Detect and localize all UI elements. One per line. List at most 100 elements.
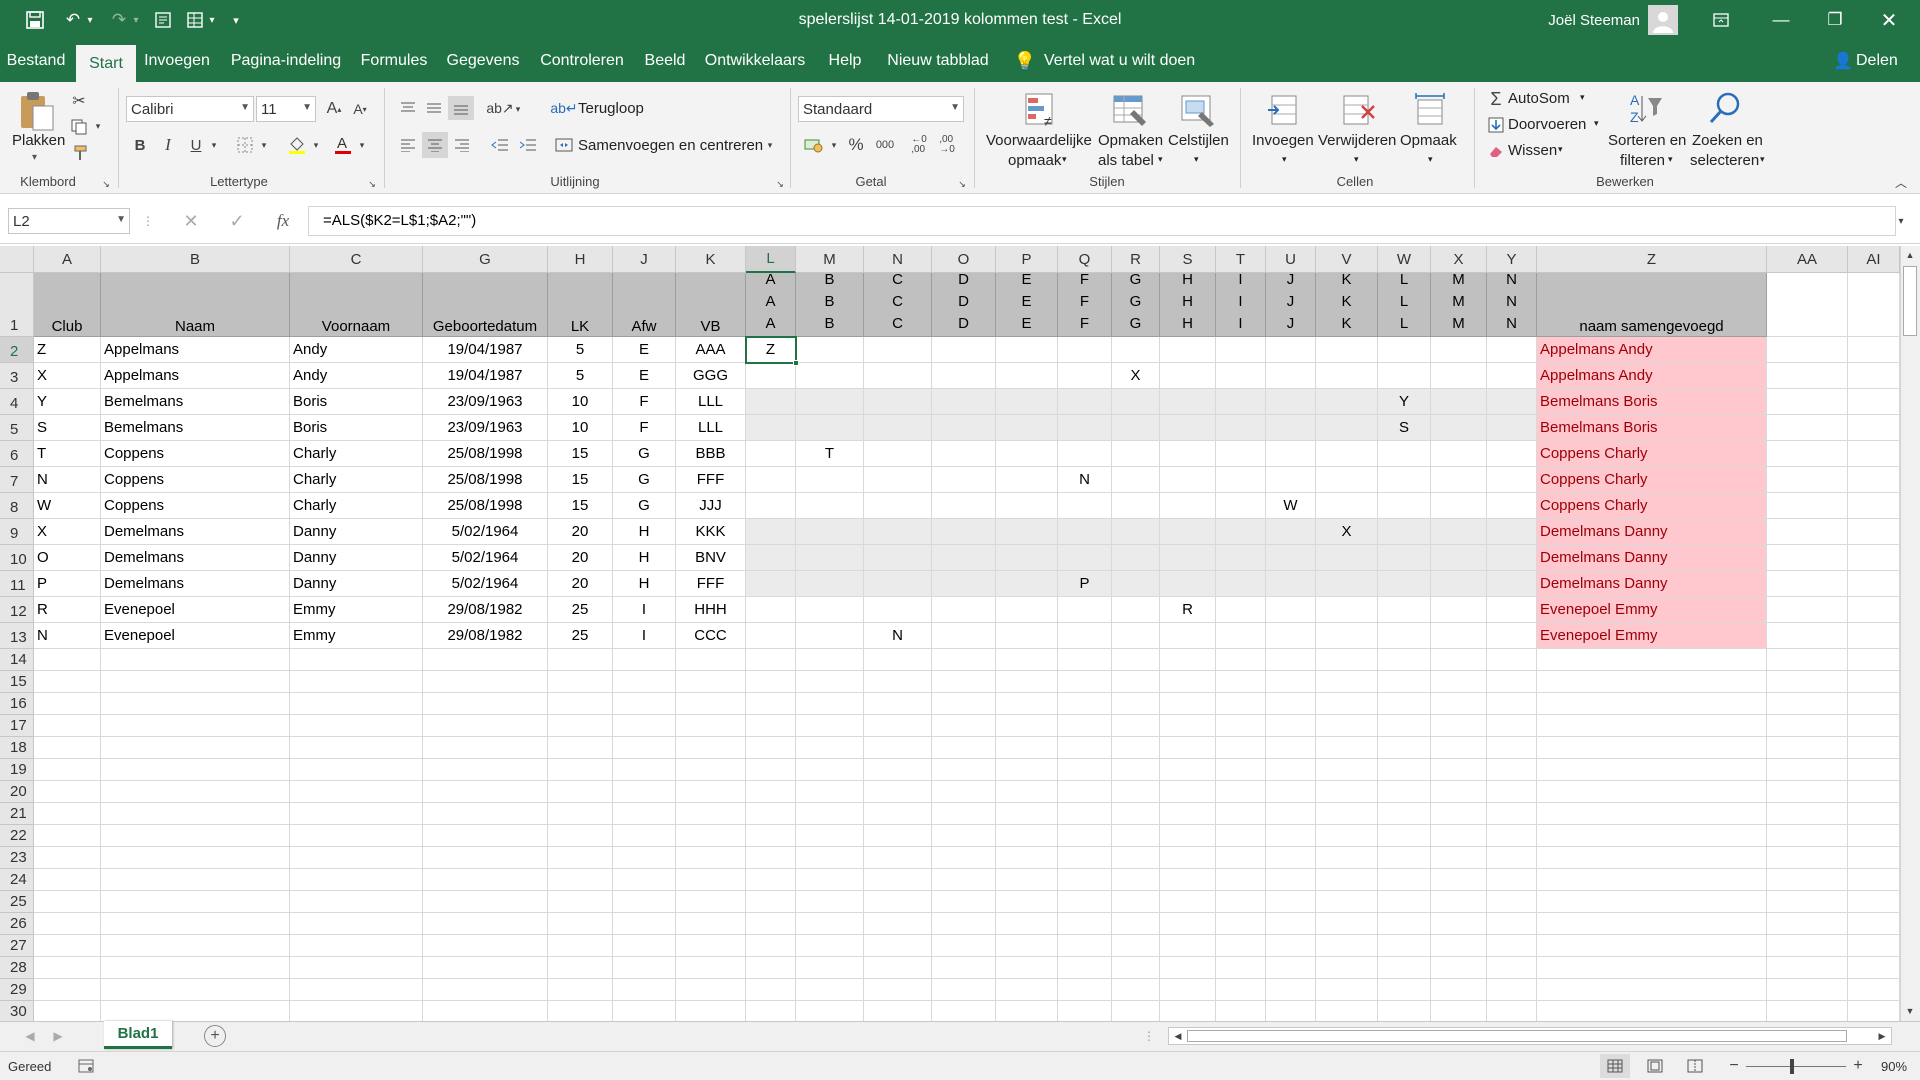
cell-b[interactable]: Appelmans — [101, 337, 290, 363]
cell[interactable] — [1378, 891, 1431, 913]
cell-a[interactable]: S — [34, 415, 101, 441]
cell-j[interactable]: H — [613, 571, 676, 597]
row-header[interactable]: 18 — [0, 737, 34, 759]
tab-help[interactable]: Help — [822, 40, 868, 82]
cell[interactable] — [864, 913, 932, 935]
cell[interactable] — [1537, 957, 1767, 979]
cell[interactable] — [34, 715, 101, 737]
column-header[interactable]: N — [864, 246, 932, 273]
row-header[interactable]: 27 — [0, 935, 34, 957]
cell[interactable] — [548, 957, 613, 979]
cell[interactable] — [932, 671, 996, 693]
cell[interactable] — [548, 649, 613, 671]
cell[interactable] — [1487, 913, 1537, 935]
cell-l[interactable] — [746, 493, 796, 519]
cell[interactable] — [548, 1001, 613, 1021]
cell[interactable] — [423, 671, 548, 693]
cell[interactable] — [34, 781, 101, 803]
cell-g[interactable]: 19/04/1987 — [423, 337, 548, 363]
cell[interactable] — [1058, 979, 1112, 1001]
cell[interactable] — [548, 935, 613, 957]
cell-q[interactable] — [1058, 597, 1112, 623]
ribbon-display-options-icon[interactable] — [1700, 0, 1742, 40]
cell[interactable] — [1767, 869, 1848, 891]
cell[interactable] — [290, 913, 423, 935]
cell[interactable] — [1431, 781, 1487, 803]
cell[interactable] — [1266, 671, 1316, 693]
cell-o[interactable] — [932, 545, 996, 571]
cell[interactable] — [1487, 891, 1537, 913]
cell-g[interactable]: 25/08/1998 — [423, 467, 548, 493]
cell[interactable] — [1767, 913, 1848, 935]
cell[interactable] — [1487, 935, 1537, 957]
cell-z[interactable]: Coppens Charly — [1537, 441, 1767, 467]
cell[interactable] — [996, 935, 1058, 957]
cell[interactable] — [1160, 671, 1216, 693]
cell-p[interactable] — [996, 363, 1058, 389]
cell-ai[interactable] — [1848, 363, 1900, 389]
cell[interactable] — [676, 957, 746, 979]
cell[interactable] — [613, 803, 676, 825]
cell[interactable] — [1058, 759, 1112, 781]
save-icon[interactable] — [22, 8, 48, 32]
header-cell-z[interactable]: naam samengevoegd — [1537, 273, 1767, 337]
cell-q[interactable] — [1058, 389, 1112, 415]
cell[interactable] — [864, 979, 932, 1001]
cell-a[interactable]: R — [34, 597, 101, 623]
row-header[interactable]: 3 — [0, 363, 34, 389]
scroll-up-icon[interactable]: ▲ — [1903, 248, 1917, 262]
cell-g[interactable]: 23/09/1963 — [423, 415, 548, 441]
cell-a[interactable]: Y — [34, 389, 101, 415]
cell-w[interactable] — [1378, 493, 1431, 519]
cell[interactable] — [101, 891, 290, 913]
cell[interactable] — [1058, 715, 1112, 737]
cell-m[interactable] — [796, 389, 864, 415]
cell[interactable] — [746, 913, 796, 935]
cell[interactable] — [1537, 803, 1767, 825]
cell[interactable] — [746, 869, 796, 891]
cell[interactable] — [101, 649, 290, 671]
cell-q[interactable] — [1058, 519, 1112, 545]
row-header[interactable]: 8 — [0, 493, 34, 519]
row-header[interactable]: 30 — [0, 1001, 34, 1021]
tab-controleren[interactable]: Controleren — [536, 40, 628, 82]
cell[interactable] — [1112, 847, 1160, 869]
conditional-formatting-dropdown-icon[interactable]: ▾ — [1062, 154, 1067, 165]
cell[interactable] — [796, 759, 864, 781]
cell-o[interactable] — [932, 337, 996, 363]
formula-input[interactable]: =ALS($K2=L$1;$A2;"") — [308, 206, 1896, 236]
align-right-icon[interactable] — [450, 132, 474, 158]
cell[interactable] — [548, 671, 613, 693]
accounting-icon[interactable] — [800, 132, 828, 158]
header-cell-r[interactable]: GGG — [1112, 273, 1160, 337]
cell[interactable] — [1487, 869, 1537, 891]
cell[interactable] — [1216, 913, 1266, 935]
name-box[interactable]: L2 ▼ — [8, 208, 130, 234]
cell[interactable] — [1431, 671, 1487, 693]
cell[interactable] — [1537, 979, 1767, 1001]
cell[interactable] — [613, 671, 676, 693]
cell-z[interactable]: Demelmans Danny — [1537, 519, 1767, 545]
cell-j[interactable]: G — [613, 441, 676, 467]
cell-r[interactable] — [1112, 415, 1160, 441]
cell-c[interactable]: Danny — [290, 545, 423, 571]
cell[interactable] — [746, 891, 796, 913]
cell-q[interactable] — [1058, 441, 1112, 467]
cell[interactable] — [613, 781, 676, 803]
find-select-icon[interactable] — [1706, 88, 1746, 128]
header-cell-b[interactable]: Naam — [101, 273, 290, 337]
tab-start[interactable]: Start — [76, 45, 136, 82]
select-all-corner[interactable] — [0, 246, 34, 273]
format-as-table-icon[interactable] — [1110, 90, 1150, 130]
cell[interactable] — [996, 715, 1058, 737]
cell[interactable] — [1160, 737, 1216, 759]
tell-me-search[interactable]: Vertel wat u wilt doen — [1044, 40, 1204, 82]
cell[interactable] — [34, 979, 101, 1001]
cell-h[interactable]: 20 — [548, 571, 613, 597]
cell-r[interactable] — [1112, 597, 1160, 623]
cell-n[interactable] — [864, 363, 932, 389]
cell-x[interactable] — [1431, 571, 1487, 597]
cell[interactable] — [1316, 803, 1378, 825]
cell[interactable] — [1378, 825, 1431, 847]
cell[interactable] — [1058, 649, 1112, 671]
